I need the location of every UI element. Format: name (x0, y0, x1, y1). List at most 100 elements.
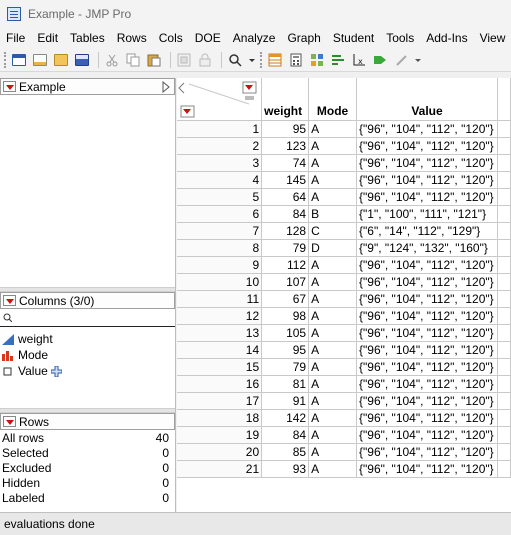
cell-weight[interactable]: 64 (261, 188, 310, 206)
cell-weight[interactable]: 91 (261, 392, 310, 410)
cell-value[interactable]: {"1", "100", "111", "121"} (356, 205, 498, 223)
cell-mode[interactable]: A (308, 188, 358, 206)
table-row[interactable]: 3 74 A {"96", "104", "112", "120"} (177, 154, 511, 172)
row-number[interactable]: 4 (177, 171, 263, 189)
cell-weight[interactable]: 79 (261, 358, 310, 376)
cell-value[interactable]: {"6", "14", "112", "129"} (356, 222, 498, 240)
row-number[interactable]: 8 (177, 239, 263, 257)
cell-value[interactable]: {"96", "104", "112", "120"} (356, 256, 498, 274)
data-table-icon[interactable] (266, 51, 284, 69)
table-row[interactable]: 16 81 A {"96", "104", "112", "120"} (177, 375, 511, 393)
table-row[interactable]: 6 84 B {"1", "100", "111", "121"} (177, 205, 511, 223)
rows-panel-header[interactable]: Rows (0, 413, 175, 430)
red-triangle-menu-icon[interactable] (3, 81, 16, 92)
add-in-icon[interactable] (175, 51, 193, 69)
menu-graph[interactable]: Graph (281, 31, 326, 45)
row-number[interactable]: 12 (177, 307, 263, 325)
cell-value[interactable]: {"96", "104", "112", "120"} (356, 358, 498, 376)
row-number[interactable]: 3 (177, 154, 263, 172)
cell-empty[interactable] (497, 324, 511, 342)
cell-weight[interactable]: 142 (261, 409, 310, 427)
table-row[interactable]: 18 142 A {"96", "104", "112", "120"} (177, 409, 511, 427)
cell-mode[interactable]: A (308, 171, 358, 189)
cell-value[interactable]: {"96", "104", "112", "120"} (356, 307, 498, 325)
cell-value[interactable]: {"96", "104", "112", "120"} (356, 392, 498, 410)
cell-mode[interactable]: A (308, 273, 358, 291)
cell-value[interactable]: {"96", "104", "112", "120"} (356, 273, 498, 291)
row-number[interactable]: 1 (177, 120, 263, 138)
cell-empty[interactable] (497, 443, 511, 461)
table-row[interactable]: 2 123 A {"96", "104", "112", "120"} (177, 137, 511, 155)
cell-empty[interactable] (497, 426, 511, 444)
menu-edit[interactable]: Edit (31, 31, 64, 45)
row-number[interactable]: 14 (177, 341, 263, 359)
rows-summary-line[interactable]: Excluded 0 (0, 460, 175, 475)
cell-weight[interactable]: 74 (261, 154, 310, 172)
cell-mode[interactable]: A (308, 290, 358, 308)
row-number[interactable]: 6 (177, 205, 263, 223)
menu-doe[interactable]: DOE (189, 31, 227, 45)
cell-weight[interactable]: 95 (261, 120, 310, 138)
toolbar-grip[interactable] (4, 51, 7, 68)
rows-summary-line[interactable]: Hidden 0 (0, 475, 175, 490)
distribution-icon[interactable] (329, 51, 347, 69)
cell-empty[interactable] (497, 307, 511, 325)
cell-mode[interactable]: A (308, 324, 358, 342)
cell-value[interactable]: {"9", "124", "132", "160"} (356, 239, 498, 257)
cell-empty[interactable] (497, 273, 511, 291)
column-header-mode[interactable]: Mode (308, 78, 358, 121)
lock-icon[interactable] (196, 51, 214, 69)
cell-empty[interactable] (497, 188, 511, 206)
cut-icon[interactable] (103, 51, 121, 69)
row-number[interactable]: 18 (177, 409, 263, 427)
cell-mode[interactable]: A (308, 137, 358, 155)
corner-selector-icon[interactable] (177, 78, 262, 120)
cell-value[interactable]: {"96", "104", "112", "120"} (356, 324, 498, 342)
table-row[interactable]: 17 91 A {"96", "104", "112", "120"} (177, 392, 511, 410)
cell-weight[interactable]: 112 (261, 256, 310, 274)
cell-empty[interactable] (497, 460, 511, 478)
cell-empty[interactable] (497, 290, 511, 308)
menu-rows[interactable]: Rows (111, 31, 153, 45)
cell-mode[interactable]: A (308, 341, 358, 359)
cell-mode[interactable]: A (308, 256, 358, 274)
menu-tools[interactable]: Tools (380, 31, 420, 45)
cell-empty[interactable] (497, 137, 511, 155)
column-item-mode[interactable]: Mode (0, 347, 175, 363)
calculator-icon[interactable] (287, 51, 305, 69)
row-number[interactable]: 11 (177, 290, 263, 308)
row-number[interactable]: 20 (177, 443, 263, 461)
table-row[interactable]: 11 67 A {"96", "104", "112", "120"} (177, 290, 511, 308)
cell-weight[interactable]: 98 (261, 307, 310, 325)
row-number[interactable]: 15 (177, 358, 263, 376)
cell-empty[interactable] (497, 392, 511, 410)
toolbar-grip[interactable] (260, 51, 263, 68)
cell-value[interactable]: {"96", "104", "112", "120"} (356, 409, 498, 427)
menu-tables[interactable]: Tables (64, 31, 111, 45)
copy-icon[interactable] (124, 51, 142, 69)
table-row[interactable]: 10 107 A {"96", "104", "112", "120"} (177, 273, 511, 291)
cell-value[interactable]: {"96", "104", "112", "120"} (356, 375, 498, 393)
cell-empty[interactable] (497, 205, 511, 223)
columns-panel-header[interactable]: Columns (3/0) (0, 292, 175, 309)
annotate-icon[interactable] (371, 51, 389, 69)
save-icon[interactable] (73, 51, 91, 69)
cell-mode[interactable]: A (308, 460, 358, 478)
column-item-weight[interactable]: weight (0, 331, 175, 347)
cell-value[interactable]: {"96", "104", "112", "120"} (356, 171, 498, 189)
cell-weight[interactable]: 85 (261, 443, 310, 461)
cell-value[interactable]: {"96", "104", "112", "120"} (356, 460, 498, 478)
rows-summary-line[interactable]: All rows 40 (0, 430, 175, 445)
cell-weight[interactable]: 93 (261, 460, 310, 478)
cell-weight[interactable]: 67 (261, 290, 310, 308)
table-row[interactable]: 1 95 A {"96", "104", "112", "120"} (177, 120, 511, 138)
cell-mode[interactable]: A (308, 307, 358, 325)
cell-value[interactable]: {"96", "104", "112", "120"} (356, 290, 498, 308)
cell-mode[interactable]: C (308, 222, 358, 240)
cell-value[interactable]: {"96", "104", "112", "120"} (356, 120, 498, 138)
cell-empty[interactable] (497, 120, 511, 138)
cell-weight[interactable]: 79 (261, 239, 310, 257)
row-column-corner[interactable] (177, 78, 263, 121)
cell-weight[interactable]: 145 (261, 171, 310, 189)
table-row[interactable]: 20 85 A {"96", "104", "112", "120"} (177, 443, 511, 461)
